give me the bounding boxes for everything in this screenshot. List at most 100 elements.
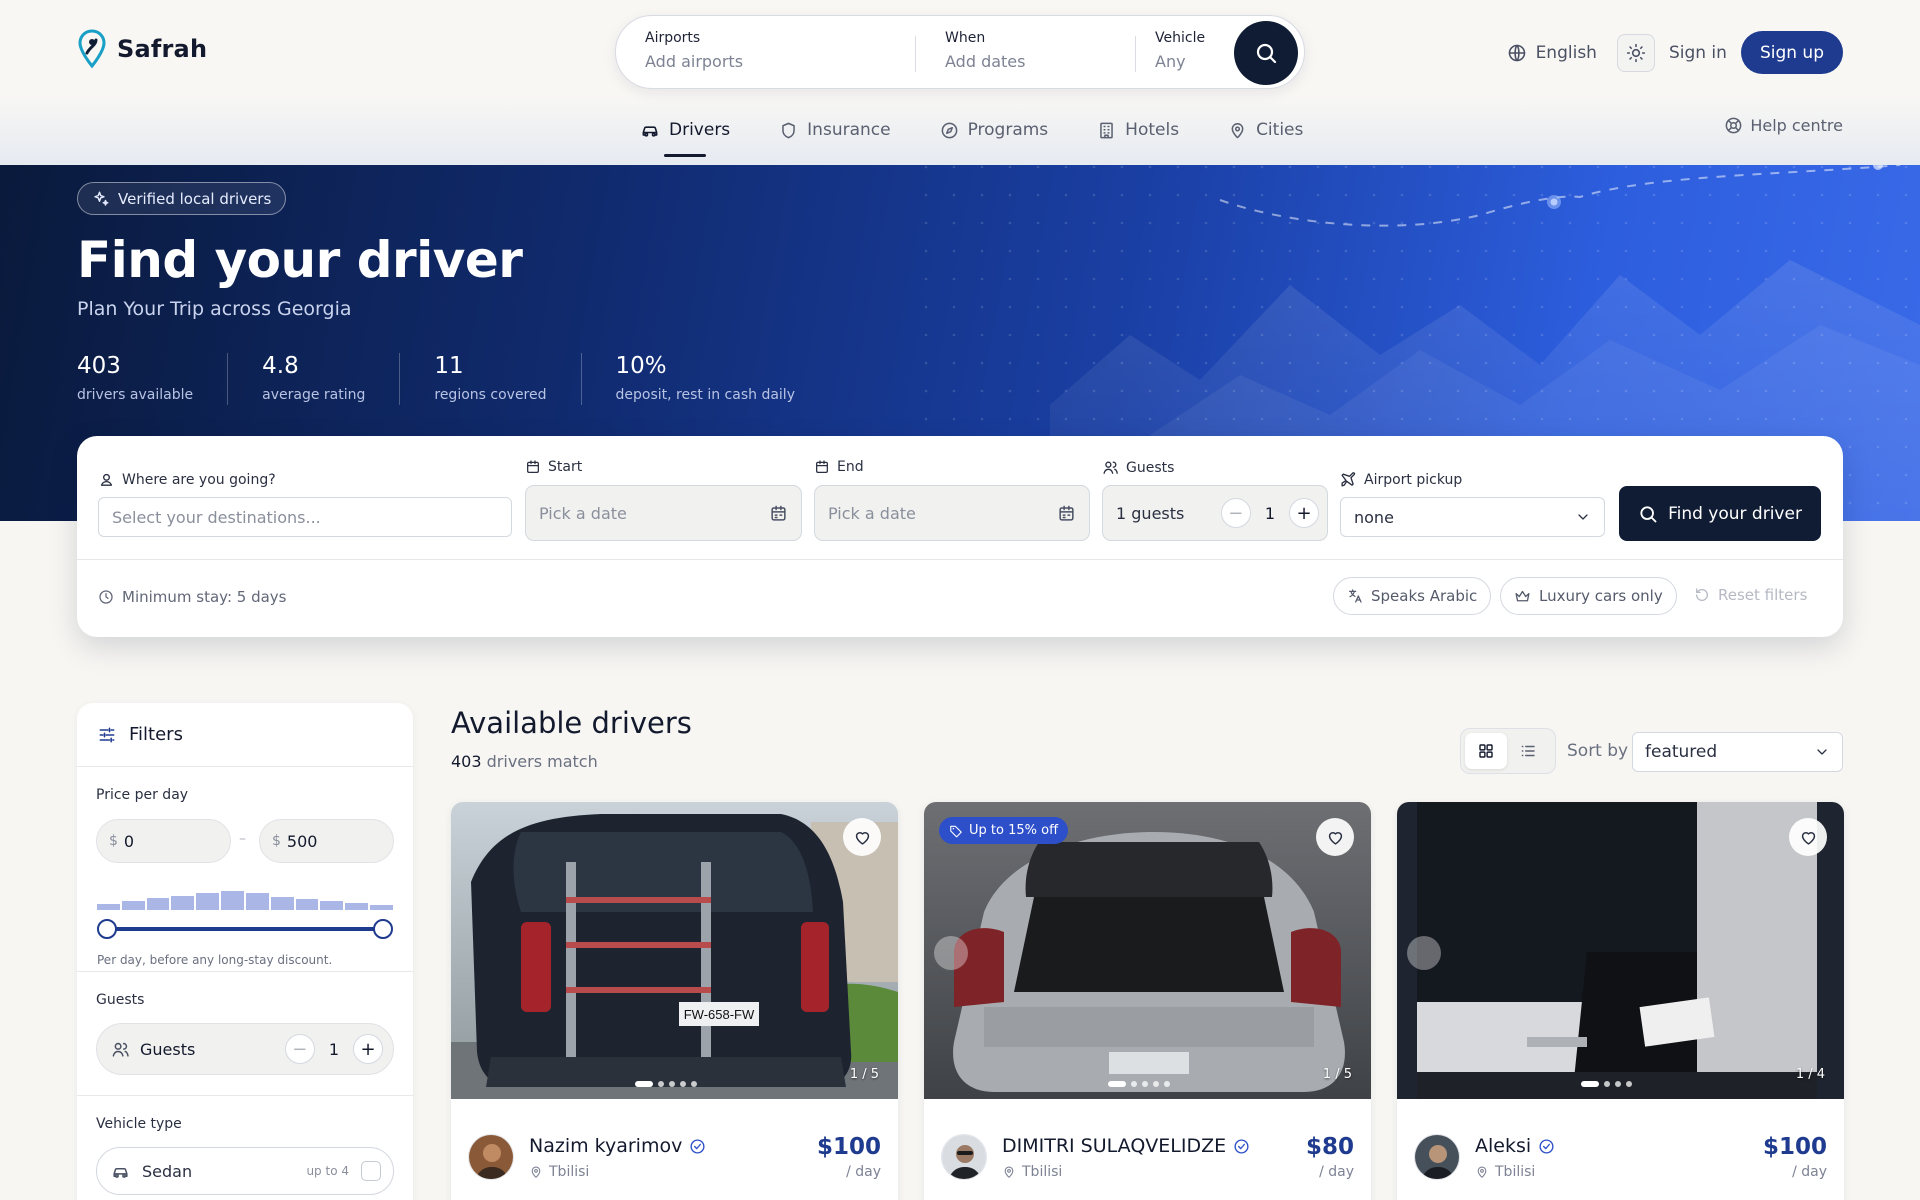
nav-item-drivers[interactable]: Drivers [640,115,730,157]
list-icon [1521,745,1535,757]
stat-rating: 4.8 average rating [262,353,401,405]
vehicle-option-sedan[interactable]: Sedan up to 4 [96,1147,394,1195]
lifebuoy-icon [1725,117,1742,134]
driver-name-text: DIMITRI SULAQVELIDZE [1002,1135,1227,1157]
guests-filter-decrement[interactable]: − [284,1034,315,1064]
stat-value: 10% [615,353,667,379]
nav-item-cities[interactable]: Cities [1228,115,1303,145]
guests-increment-button[interactable]: + [1289,498,1319,528]
guests-filter-increment[interactable]: + [353,1034,383,1064]
when-field[interactable]: When Add dates [945,30,1025,71]
slider-min-handle[interactable] [97,919,117,939]
start-placeholder: Pick a date [539,503,627,523]
find-driver-button[interactable]: Find your driver [1619,486,1821,541]
stat-label: drivers available [77,387,194,403]
vehicle-field[interactable]: Vehicle Any [1155,30,1205,71]
dot-active[interactable] [1581,1081,1599,1087]
airports-label: Airports [645,30,701,46]
calendar-icon [771,505,786,521]
theme-toggle-button[interactable] [1616,33,1655,72]
favorite-button[interactable] [1316,818,1354,856]
histogram-bar [370,905,393,910]
page-subtitle: Plan Your Trip across Georgia [77,298,352,320]
svg-text:FW-658-FW: FW-658-FW [684,1007,755,1022]
nav-item-insurance[interactable]: Insurance [779,115,891,145]
price-label: Price per day [96,787,189,803]
reset-filters-button[interactable]: Reset filters [1694,586,1807,604]
driver-card[interactable]: FW-658-FW 1 / 5 Nazim kyarimov Tbilisi $… [451,802,898,1200]
price-max-input[interactable]: $ 500 [259,819,394,863]
vehicle-photo[interactable]: FW-658-FW 1 / 5 [451,802,898,1099]
vehicle-photo[interactable]: 1 / 4 [1397,802,1844,1099]
previous-photo-button[interactable] [1407,936,1441,970]
help-centre-link[interactable]: Help centre [1724,116,1843,135]
dot[interactable] [658,1081,664,1087]
filters-title: Filters [129,724,183,745]
dot[interactable] [1626,1081,1632,1087]
nav-item-hotels[interactable]: Hotels [1097,115,1179,145]
sign-up-button[interactable]: Sign up [1740,31,1843,74]
driver-card[interactable]: 1 / 4 Aleksi Tbilisi $100 / day [1397,802,1844,1200]
previous-photo-button[interactable] [934,936,968,970]
destination-input[interactable]: Select your destinations... [98,497,512,537]
favorite-button[interactable] [843,818,881,856]
airports-field[interactable]: Airports Add airports [645,30,743,71]
view-toggle [1460,728,1556,774]
end-label-text: End [837,459,864,475]
end-date-picker[interactable]: Pick a date [814,485,1090,541]
badge-label: Verified local drivers [118,189,272,208]
sort-value: featured [1645,742,1718,762]
sliders-icon [99,727,115,742]
dot[interactable] [691,1081,697,1087]
language-selector[interactable]: English [1507,43,1597,63]
favorite-button[interactable] [1789,818,1827,856]
airport-pickup-value: none [1354,507,1394,527]
chip-speaks-arabic[interactable]: Speaks Arabic [1333,577,1492,615]
stat-drivers: 403 drivers available [77,353,229,405]
dot[interactable] [1604,1081,1610,1087]
grid-view-button[interactable] [1465,733,1507,769]
chip-luxury-cars[interactable]: Luxury cars only [1500,577,1677,615]
dot-active[interactable] [1108,1081,1126,1087]
list-view-button[interactable] [1507,733,1549,769]
nav-label: Cities [1256,120,1304,140]
histogram-bar [221,891,244,910]
globe-icon [1508,44,1525,61]
guests-filter-stepper: Guests − 1 + [96,1023,394,1075]
vehicle-checkbox[interactable] [361,1161,381,1181]
driver-price: $100 [816,1134,881,1160]
airport-pickup-select[interactable]: none [1340,497,1605,537]
dot[interactable] [1164,1081,1170,1087]
price-min-input[interactable]: $ 0 [96,819,231,863]
dot[interactable] [680,1081,686,1087]
results-title: Available drivers [451,706,692,740]
dot[interactable] [1131,1081,1137,1087]
dot-active[interactable] [635,1081,653,1087]
results-count-number: 403 [451,752,482,771]
dot[interactable] [1153,1081,1159,1087]
brand-logo[interactable]: Safrah [77,29,207,69]
histogram-bar [320,901,344,910]
guests-decrement-button[interactable]: − [1220,498,1251,528]
header-search-button[interactable] [1234,21,1298,85]
header-actions: English Sign in Sign up [1507,31,1843,74]
dot[interactable] [1615,1081,1621,1087]
vehicle-photo[interactable]: Up to 15% off 1 / 5 [924,802,1371,1099]
dot[interactable] [669,1081,675,1087]
nav-item-programs[interactable]: Programs [940,115,1048,145]
sparkle-icon [94,191,109,206]
histogram-bar [121,901,145,910]
sign-in-link[interactable]: Sign in [1669,43,1727,63]
sort-select[interactable]: featured [1632,732,1843,772]
driver-card[interactable]: Up to 15% off 1 / 5 DIMITRI SULAQVELIDZE… [924,802,1371,1200]
start-date-picker[interactable]: Pick a date [525,485,802,541]
help-label: Help centre [1750,116,1843,135]
calendar-icon [816,460,828,473]
driver-name: DIMITRI SULAQVELIDZE [1002,1135,1250,1157]
dot[interactable] [1142,1081,1148,1087]
vehicle-image [1397,802,1844,1099]
price-histogram [97,880,393,910]
stat-label: deposit, rest in cash daily [615,387,795,403]
airport-pickup-label: Airport pickup [1340,471,1462,488]
slider-max-handle[interactable] [373,919,393,939]
